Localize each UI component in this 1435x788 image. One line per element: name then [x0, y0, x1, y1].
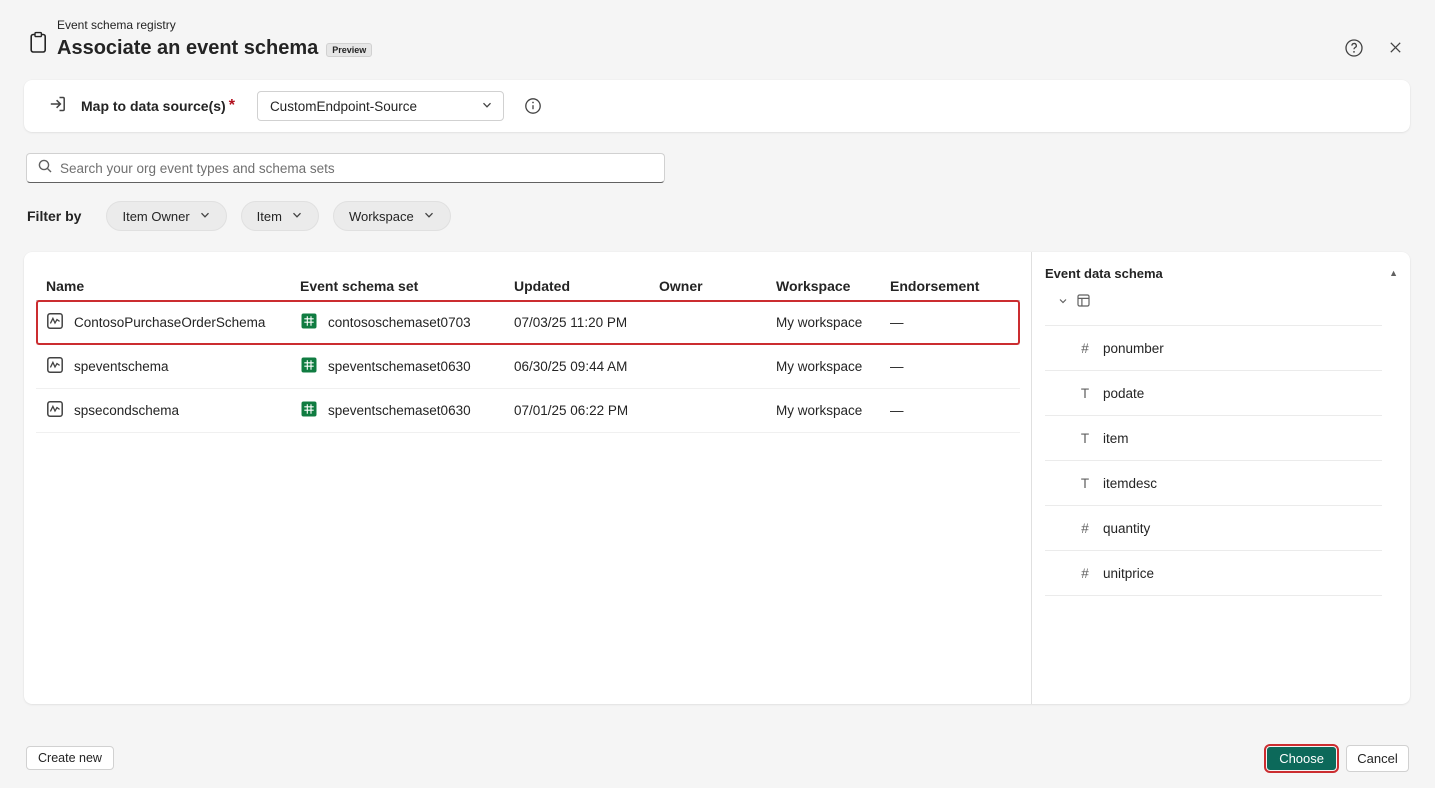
- close-button[interactable]: [1381, 35, 1409, 63]
- row-workspace: My workspace: [776, 315, 863, 330]
- schema-tree-toggle[interactable]: [1045, 293, 1396, 313]
- schema-field-row[interactable]: T podate: [1045, 371, 1382, 416]
- text-field-icon: T: [1080, 475, 1090, 491]
- row-schema-set: speventschemaset0630: [328, 403, 471, 418]
- field-label: podate: [1103, 385, 1145, 401]
- datasource-label: Map to data source(s): [81, 98, 226, 114]
- datasource-card: Map to data source(s) * CustomEndpoint-S…: [24, 80, 1410, 132]
- row-name: speventschema: [74, 359, 169, 374]
- row-endorsement: —: [890, 403, 904, 418]
- column-owner: Owner: [659, 277, 703, 294]
- row-name: spsecondschema: [74, 403, 180, 418]
- required-asterisk: *: [228, 97, 235, 114]
- registry-label: Event schema registry: [57, 18, 176, 32]
- schema-panel-title: Event data schema: [1045, 266, 1163, 281]
- search-box: [26, 153, 665, 183]
- filter-item-label: Item: [256, 208, 282, 224]
- schema-set-icon: [300, 356, 318, 377]
- number-field-icon: #: [1081, 520, 1089, 536]
- text-field-icon: T: [1080, 385, 1090, 401]
- map-to-source-icon: [48, 94, 68, 119]
- row-schema-set: contososchemaset0703: [328, 315, 471, 330]
- chevron-down-icon: [423, 209, 435, 224]
- column-updated: Updated: [514, 277, 570, 294]
- field-label: ponumber: [1103, 340, 1164, 356]
- filter-workspace[interactable]: Workspace: [332, 201, 451, 231]
- field-label: itemdesc: [1103, 475, 1158, 491]
- event-schema-item-icon: [46, 356, 64, 377]
- help-button[interactable]: [1340, 35, 1368, 63]
- schema-field-row[interactable]: # quantity: [1045, 506, 1382, 551]
- row-schema-set: speventschemaset0630: [328, 359, 471, 374]
- chevron-down-icon: [199, 209, 211, 224]
- chevron-down-icon: [1057, 294, 1069, 312]
- filter-row: Filter by Item Owner Item Workspace: [27, 201, 465, 231]
- create-new-button[interactable]: Create new: [26, 746, 114, 770]
- close-icon: [1388, 40, 1403, 58]
- schema-field-row[interactable]: # ponumber: [1045, 326, 1382, 371]
- field-label: quantity: [1103, 520, 1151, 536]
- filter-item-owner[interactable]: Item Owner: [106, 201, 227, 231]
- event-data-schema-panel: Event data schema ▲ # ponumber T podate …: [1031, 252, 1410, 704]
- schema-field-row[interactable]: T itemdesc: [1045, 461, 1382, 506]
- chevron-down-icon: [291, 209, 303, 224]
- datasource-dropdown[interactable]: CustomEndpoint-Source: [256, 91, 504, 121]
- choose-button[interactable]: Choose: [1264, 744, 1339, 773]
- preview-badge: Preview: [326, 43, 373, 57]
- schema-registry-icon: [27, 31, 49, 60]
- row-workspace: My workspace: [776, 359, 863, 374]
- schema-set-icon: [300, 400, 318, 421]
- datasource-selected-value: CustomEndpoint-Source: [269, 98, 418, 114]
- filter-item-owner-label: Item Owner: [122, 208, 190, 224]
- column-event-schema-set: Event schema set: [300, 277, 419, 294]
- schema-field-list: # ponumber T podate T item T itemdesc # …: [1045, 325, 1382, 596]
- filter-item[interactable]: Item: [240, 201, 319, 231]
- row-updated: 06/30/25 09:44 AM: [514, 359, 628, 374]
- row-updated: 07/01/25 06:22 PM: [514, 403, 629, 418]
- schema-set-icon: [300, 312, 318, 333]
- row-endorsement: —: [890, 359, 904, 374]
- main-panel: Name Event schema set Updated Owner Work…: [24, 252, 1410, 704]
- table-row[interactable]: ContosoPurchaseOrderSchema contososchema…: [36, 300, 1020, 345]
- number-field-icon: #: [1081, 340, 1089, 356]
- row-endorsement: —: [890, 315, 904, 330]
- schema-field-row[interactable]: # unitprice: [1045, 551, 1382, 596]
- row-workspace: My workspace: [776, 403, 863, 418]
- search-input[interactable]: [60, 160, 654, 176]
- number-field-icon: #: [1081, 565, 1089, 581]
- column-name: Name: [46, 277, 85, 294]
- column-workspace: Workspace: [776, 277, 851, 294]
- associate-event-schema-dialog: Event schema registry Associate an event…: [0, 0, 1435, 788]
- table-body: ContosoPurchaseOrderSchema contososchema…: [36, 300, 1020, 433]
- table-row[interactable]: speventschema speventschemaset0630 06/30…: [36, 345, 1020, 389]
- schema-table: Name Event schema set Updated Owner Work…: [24, 252, 1031, 704]
- schema-field-row[interactable]: T item: [1045, 416, 1382, 461]
- schema-node-icon: [1076, 293, 1091, 313]
- text-field-icon: T: [1080, 430, 1090, 446]
- filter-by-label: Filter by: [27, 208, 82, 224]
- page-title: Associate an event schema: [57, 37, 319, 59]
- scrollbar-up-arrow[interactable]: ▲: [1389, 268, 1398, 278]
- row-name: ContosoPurchaseOrderSchema: [74, 315, 266, 330]
- search-icon: [37, 158, 53, 179]
- cancel-button[interactable]: Cancel: [1346, 745, 1409, 772]
- filter-workspace-label: Workspace: [348, 208, 414, 224]
- info-icon[interactable]: [524, 97, 542, 115]
- event-schema-item-icon: [46, 312, 64, 333]
- table-row[interactable]: spsecondschema speventschemaset0630 07/0…: [36, 389, 1020, 433]
- field-label: unitprice: [1103, 565, 1155, 581]
- table-header: Name Event schema set Updated Owner Work…: [36, 271, 1020, 301]
- chevron-down-icon: [481, 99, 493, 114]
- event-schema-item-icon: [46, 400, 64, 421]
- row-updated: 07/03/25 11:20 PM: [514, 315, 628, 330]
- column-endorsement: Endorsement: [890, 277, 980, 294]
- help-icon: [1344, 38, 1364, 61]
- field-label: item: [1103, 430, 1129, 446]
